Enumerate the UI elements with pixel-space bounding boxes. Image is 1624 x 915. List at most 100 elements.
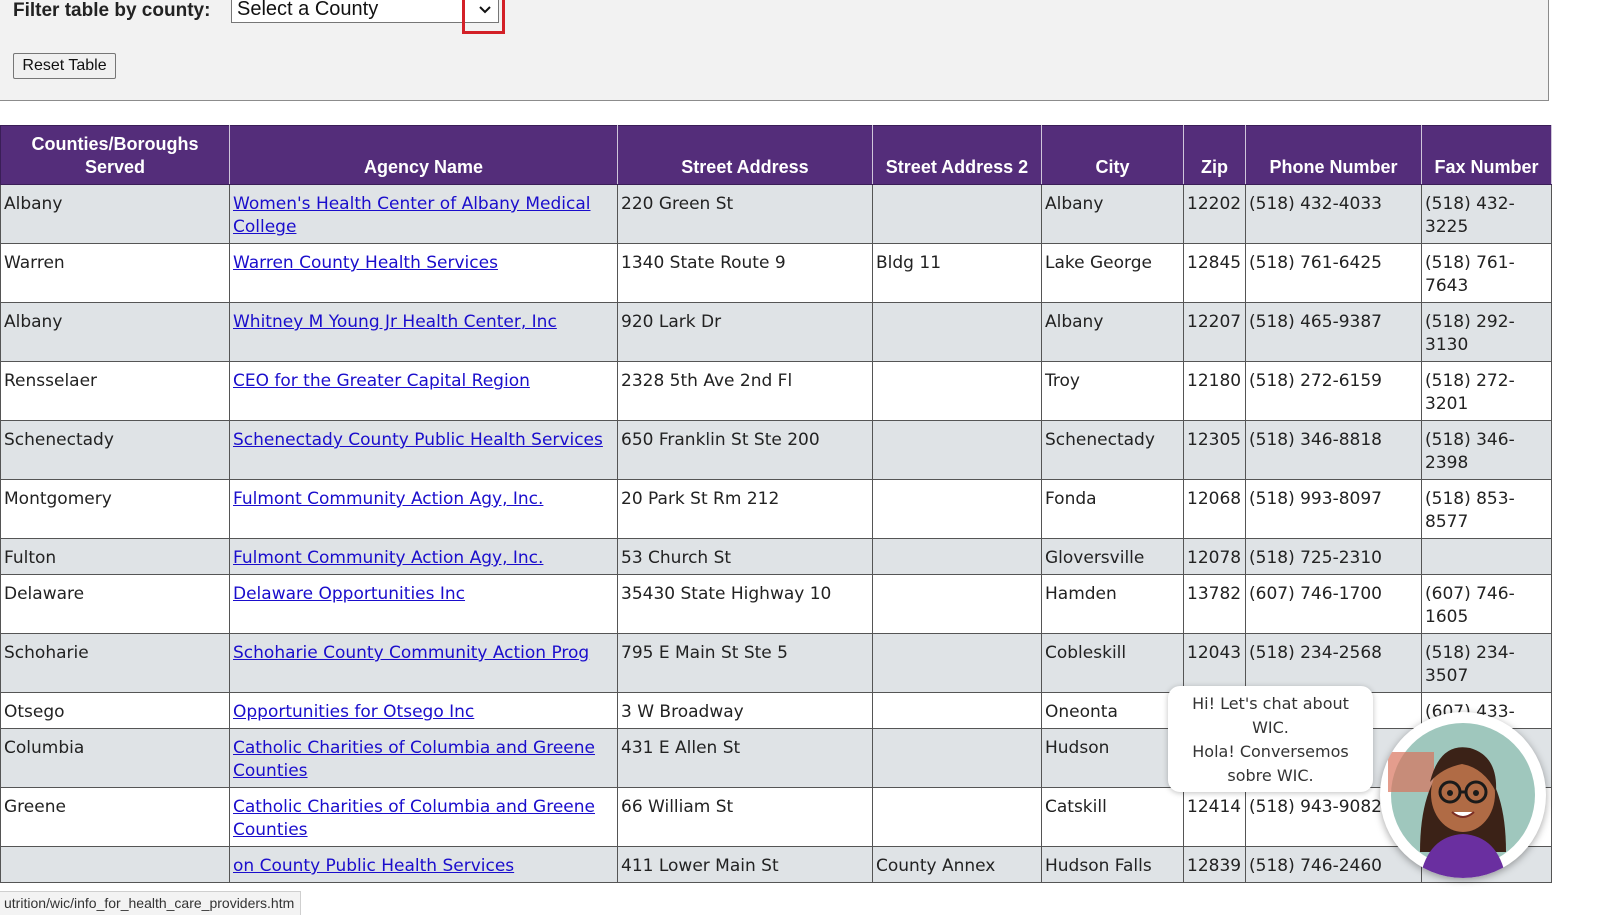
agency-link[interactable]: on County Public Health Services [233,856,514,876]
cell-zip: 12207 [1183,302,1246,362]
cell-agency: Fulmont Community Action Agy, Inc. [229,479,618,539]
chevron-down-icon [479,6,491,14]
cell-fax [1421,538,1552,575]
cell-city: Oneonta [1041,692,1184,729]
cell-agency: Warren County Health Services [229,243,618,303]
cell-fax: (518) 272-3201 [1421,361,1552,421]
cell-county: Warren [0,243,230,303]
cell-zip: 12202 [1183,184,1246,244]
cell-county: Fulton [0,538,230,575]
cell-county: Rensselaer [0,361,230,421]
cell-agency: Delaware Opportunities Inc [229,574,618,634]
cell-street: 650 Franklin St Ste 200 [617,420,873,480]
cell-phone: (518) 272-6159 [1245,361,1422,421]
chat-line-2: WIC. [1252,718,1289,737]
cell-street: 411 Lower Main St [617,846,873,883]
header-agency: Agency Name [229,125,618,185]
cell-county [0,846,230,883]
agency-link[interactable]: Catholic Charities of Columbia and Green… [233,797,595,840]
cell-agency: Schoharie County Community Action Prog [229,633,618,693]
cell-phone: (518) 346-8818 [1245,420,1422,480]
cell-city: Troy [1041,361,1184,421]
cell-city: Hamden [1041,574,1184,634]
cell-city: Gloversville [1041,538,1184,575]
cell-street: 3 W Broadway [617,692,873,729]
chat-avatar-icon [1388,723,1535,878]
cell-street2: County Annex [872,846,1042,883]
cell-street2 [872,479,1042,539]
cell-zip: 12839 [1183,846,1246,883]
cell-fax: (607) 746-1605 [1421,574,1552,634]
cell-street: 795 E Main St Ste 5 [617,633,873,693]
reset-table-button[interactable]: Reset Table [13,53,116,79]
filter-label: Filter table by county: [13,0,211,21]
cell-street2: Bldg 11 [872,243,1042,303]
cell-zip: 12305 [1183,420,1246,480]
cell-agency: Women's Health Center of Albany Medical … [229,184,618,244]
header-street2: Street Address 2 [872,125,1042,185]
agency-link[interactable]: Schoharie County Community Action Prog [233,643,589,663]
cell-street: 220 Green St [617,184,873,244]
agency-link[interactable]: Fulmont Community Action Agy, Inc. [233,489,543,509]
header-city: City [1041,125,1184,185]
cell-county: Albany [0,184,230,244]
agency-link[interactable]: Delaware Opportunities Inc [233,584,465,604]
county-select-value: Select a County [237,0,379,20]
cell-agency: Opportunities for Otsego Inc [229,692,618,729]
cell-street: 431 E Allen St [617,728,873,788]
cell-zip: 12043 [1183,633,1246,693]
table-row: Albany Women's Health Center of Albany M… [0,184,1552,244]
cell-city: Albany [1041,302,1184,362]
agency-link[interactable]: Whitney M Young Jr Health Center, Inc [233,312,557,332]
cell-street2 [872,692,1042,729]
cell-county: Montgomery [0,479,230,539]
cell-street2 [872,420,1042,480]
cell-zip: 12414 [1183,787,1246,847]
cell-city: Schenectady [1041,420,1184,480]
header-phone: Phone Number [1245,125,1422,185]
cell-street2 [872,574,1042,634]
cell-zip: 12845 [1183,243,1246,303]
cell-phone: (518) 993-8097 [1245,479,1422,539]
table-row: on County Public Health Services 411 Low… [0,846,1552,883]
cell-county: Schoharie [0,633,230,693]
table-row: Schoharie Schoharie County Community Act… [0,633,1552,693]
cell-phone: (518) 746-2460 [1245,846,1422,883]
agency-link[interactable]: CEO for the Greater Capital Region [233,371,530,391]
cell-city: Fonda [1041,479,1184,539]
table-row: Rensselaer CEO for the Greater Capital R… [0,361,1552,421]
cell-phone: (607) 746-1700 [1245,574,1422,634]
header-counties: Counties/Boroughs Served [0,125,230,185]
agency-link[interactable]: Catholic Charities of Columbia and Green… [233,738,595,781]
cell-fax: (518) 432-3225 [1421,184,1552,244]
agency-link[interactable]: Warren County Health Services [233,253,498,273]
cell-county: Greene [0,787,230,847]
agency-link[interactable]: Fulmont Community Action Agy, Inc. [233,548,543,568]
agency-link[interactable]: Opportunities for Otsego Inc [233,702,474,722]
table-row: Schenectady Schenectady County Public He… [0,420,1552,480]
chat-line-3: Hola! Conversemos [1192,742,1349,761]
cell-phone: (518) 432-4033 [1245,184,1422,244]
cell-street: 66 William St [617,787,873,847]
cell-street2 [872,728,1042,788]
table-row: Montgomery Fulmont Community Action Agy,… [0,479,1552,539]
table-header-row: Counties/Boroughs Served Agency Name Str… [0,125,1552,185]
cell-fax: (518) 346-2398 [1421,420,1552,480]
cell-fax: (518) 853-8577 [1421,479,1552,539]
table-row: Warren Warren County Health Services 134… [0,243,1552,303]
agency-link[interactable]: Schenectady County Public Health Service… [233,430,603,450]
cell-agency: CEO for the Greater Capital Region [229,361,618,421]
county-select[interactable]: Select a County [231,0,499,23]
agency-link[interactable]: Women's Health Center of Albany Medical … [233,194,591,237]
header-zip: Zip [1183,125,1246,185]
cell-street: 20 Park St Rm 212 [617,479,873,539]
cell-zip: 12180 [1183,361,1246,421]
chat-avatar-button[interactable] [1380,712,1546,878]
cell-street2 [872,184,1042,244]
cell-street: 1340 State Route 9 [617,243,873,303]
cell-city: Hudson [1041,728,1184,788]
cell-phone: (518) 761-6425 [1245,243,1422,303]
chat-prompt-bubble[interactable]: Hi! Let's chat about WIC. Hola! Converse… [1168,686,1373,792]
cell-agency: Whitney M Young Jr Health Center, Inc [229,302,618,362]
cell-street2 [872,787,1042,847]
